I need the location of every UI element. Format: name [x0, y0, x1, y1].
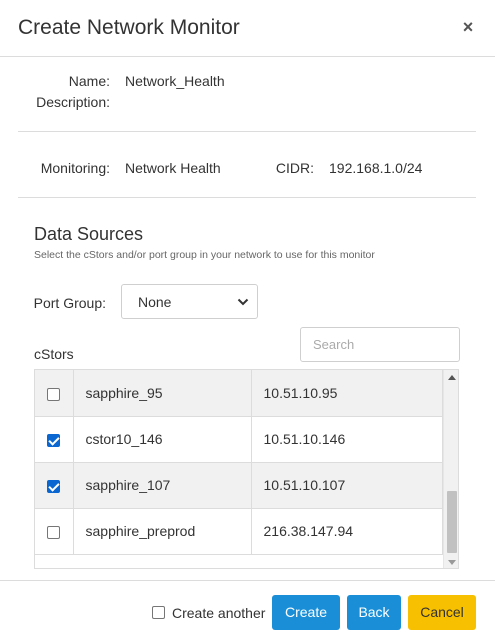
create-button[interactable]: Create [272, 595, 340, 630]
description-label: Description: [36, 94, 110, 110]
search-input[interactable] [300, 327, 460, 362]
create-network-monitor-dialog: Create Network Monitor × Name: Network_H… [0, 0, 495, 638]
table-row[interactable]: sapphire_preprod 216.38.147.94 [35, 508, 443, 555]
chevron-down-icon [237, 298, 249, 306]
monitoring-value: Network Health [125, 160, 221, 176]
back-button[interactable]: Back [347, 595, 401, 630]
cidr-value: 192.168.1.0/24 [329, 160, 423, 176]
table-row[interactable]: sapphire_95 10.51.10.95 [35, 370, 443, 417]
monitoring-label: Monitoring: [40, 160, 110, 176]
cstor-ip: 10.51.10.95 [251, 370, 443, 417]
port-group-selected-value: None [138, 294, 172, 310]
dialog-header: Create Network Monitor × [0, 0, 495, 57]
scrollbar-thumb[interactable] [447, 491, 457, 553]
cidr-label: CIDR: [275, 160, 314, 176]
row-checkbox[interactable] [47, 525, 61, 539]
data-sources-title: Data Sources [34, 224, 144, 244]
scroll-down-icon[interactable] [448, 560, 456, 565]
divider [18, 197, 476, 198]
create-another-check[interactable] [152, 606, 165, 619]
table-scrollbar[interactable] [443, 370, 458, 568]
cstor-ip: 216.38.147.94 [251, 508, 443, 555]
row-checkbox[interactable] [47, 387, 61, 401]
divider [18, 131, 476, 132]
table-row[interactable]: cstor10_146 10.51.10.146 [35, 416, 443, 463]
cstor-name: sapphire_95 [73, 370, 252, 417]
cstor-name: sapphire_preprod [73, 508, 252, 555]
create-another-label[interactable]: Create another [172, 605, 265, 621]
cstor-ip: 10.51.10.107 [251, 462, 443, 509]
data-sources-subtitle: Select the cStors and/or port group in y… [34, 249, 375, 261]
row-checkbox[interactable] [47, 479, 61, 493]
table-row[interactable]: sapphire_107 10.51.10.107 [35, 462, 443, 509]
cstor-ip: 10.51.10.146 [251, 416, 443, 463]
cstors-table: sapphire_95 10.51.10.95 cstor10_146 10.5… [34, 369, 459, 569]
cancel-button[interactable]: Cancel [408, 595, 476, 630]
cstors-label: cStors [34, 346, 74, 362]
port-group-select[interactable]: None [121, 284, 258, 319]
name-value: Network_Health [125, 73, 225, 89]
name-label: Name: [68, 73, 110, 89]
cstor-name: sapphire_107 [73, 462, 252, 509]
close-icon[interactable]: × [460, 18, 476, 36]
scroll-up-icon[interactable] [448, 375, 456, 380]
row-checkbox[interactable] [47, 433, 61, 447]
cstor-name: cstor10_146 [73, 416, 252, 463]
dialog-title: Create Network Monitor [18, 16, 240, 39]
port-group-label: Port Group: [33, 295, 106, 311]
